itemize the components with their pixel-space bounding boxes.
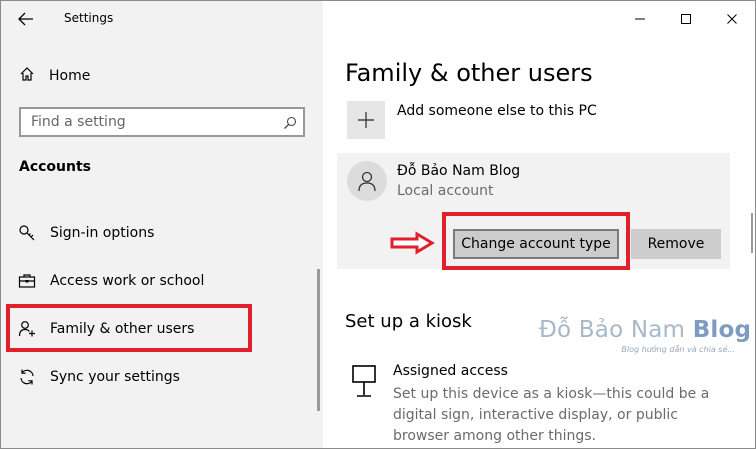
search-box[interactable] — [19, 107, 305, 137]
sidebar-item-access-work-or-school[interactable]: Access work or school — [17, 267, 297, 295]
assigned-access-description: Set up this device as a kiosk—this could… — [393, 386, 710, 444]
sidebar-item-sync-settings[interactable]: Sync your settings — [17, 363, 297, 391]
key-icon — [17, 223, 37, 243]
minimize-icon[interactable] — [617, 1, 663, 37]
add-someone-label[interactable]: Add someone else to this PC — [397, 103, 597, 119]
highlight-box-change-account — [442, 212, 630, 270]
kiosk-icon[interactable] — [349, 363, 379, 399]
window-controls — [617, 1, 755, 37]
sidebar-scrollbar[interactable] — [317, 269, 320, 411]
person-icon — [358, 171, 376, 192]
user-account-type: Local account — [397, 183, 494, 199]
user-name: Đỗ Bảo Nam Blog — [397, 163, 521, 179]
watermark-logo: Đỗ Bảo Nam Blog Blog hướng dẫn và chia s… — [539, 317, 752, 354]
maximize-icon[interactable] — [663, 1, 709, 37]
avatar — [347, 161, 387, 201]
briefcase-icon — [17, 271, 37, 291]
remove-button[interactable]: Remove — [631, 229, 721, 259]
sidebar-item-home[interactable]: Home — [19, 64, 279, 88]
watermark-tagline: Blog hướng dẫn và chia sẻ... — [621, 345, 735, 354]
kiosk-section-title: Set up a kiosk — [345, 311, 472, 332]
sidebar-item-label: Sync your settings — [50, 369, 180, 385]
main-scrollbar[interactable] — [751, 213, 753, 253]
right-arrow-icon — [389, 231, 435, 255]
add-someone-row[interactable]: Add someone else to this PC — [347, 101, 597, 139]
search-input[interactable] — [21, 109, 281, 135]
sync-icon — [17, 367, 37, 387]
close-icon[interactable] — [709, 1, 755, 37]
section-heading: Accounts — [19, 159, 92, 175]
home-icon — [19, 66, 35, 86]
sidebar: Settings Home Accounts Sign-in options — [1, 1, 323, 448]
watermark-name: Đỗ Bảo Nam Blog — [539, 317, 752, 343]
search-icon[interactable] — [283, 115, 297, 129]
settings-window: Settings Home Accounts Sign-in options — [0, 0, 756, 449]
plus-icon[interactable] — [347, 101, 385, 139]
app-title: Settings — [64, 11, 114, 25]
title-bar: Settings — [1, 1, 323, 37]
highlight-box-sidebar — [6, 304, 252, 352]
assigned-access-heading[interactable]: Assigned access — [393, 363, 508, 379]
sidebar-item-sign-in-options[interactable]: Sign-in options — [17, 219, 297, 247]
back-arrow-icon[interactable] — [15, 9, 37, 29]
page-title: Family & other users — [345, 59, 593, 87]
sidebar-item-label: Home — [49, 68, 91, 84]
sidebar-item-label: Sign-in options — [50, 225, 155, 241]
sidebar-item-label: Access work or school — [50, 273, 205, 289]
